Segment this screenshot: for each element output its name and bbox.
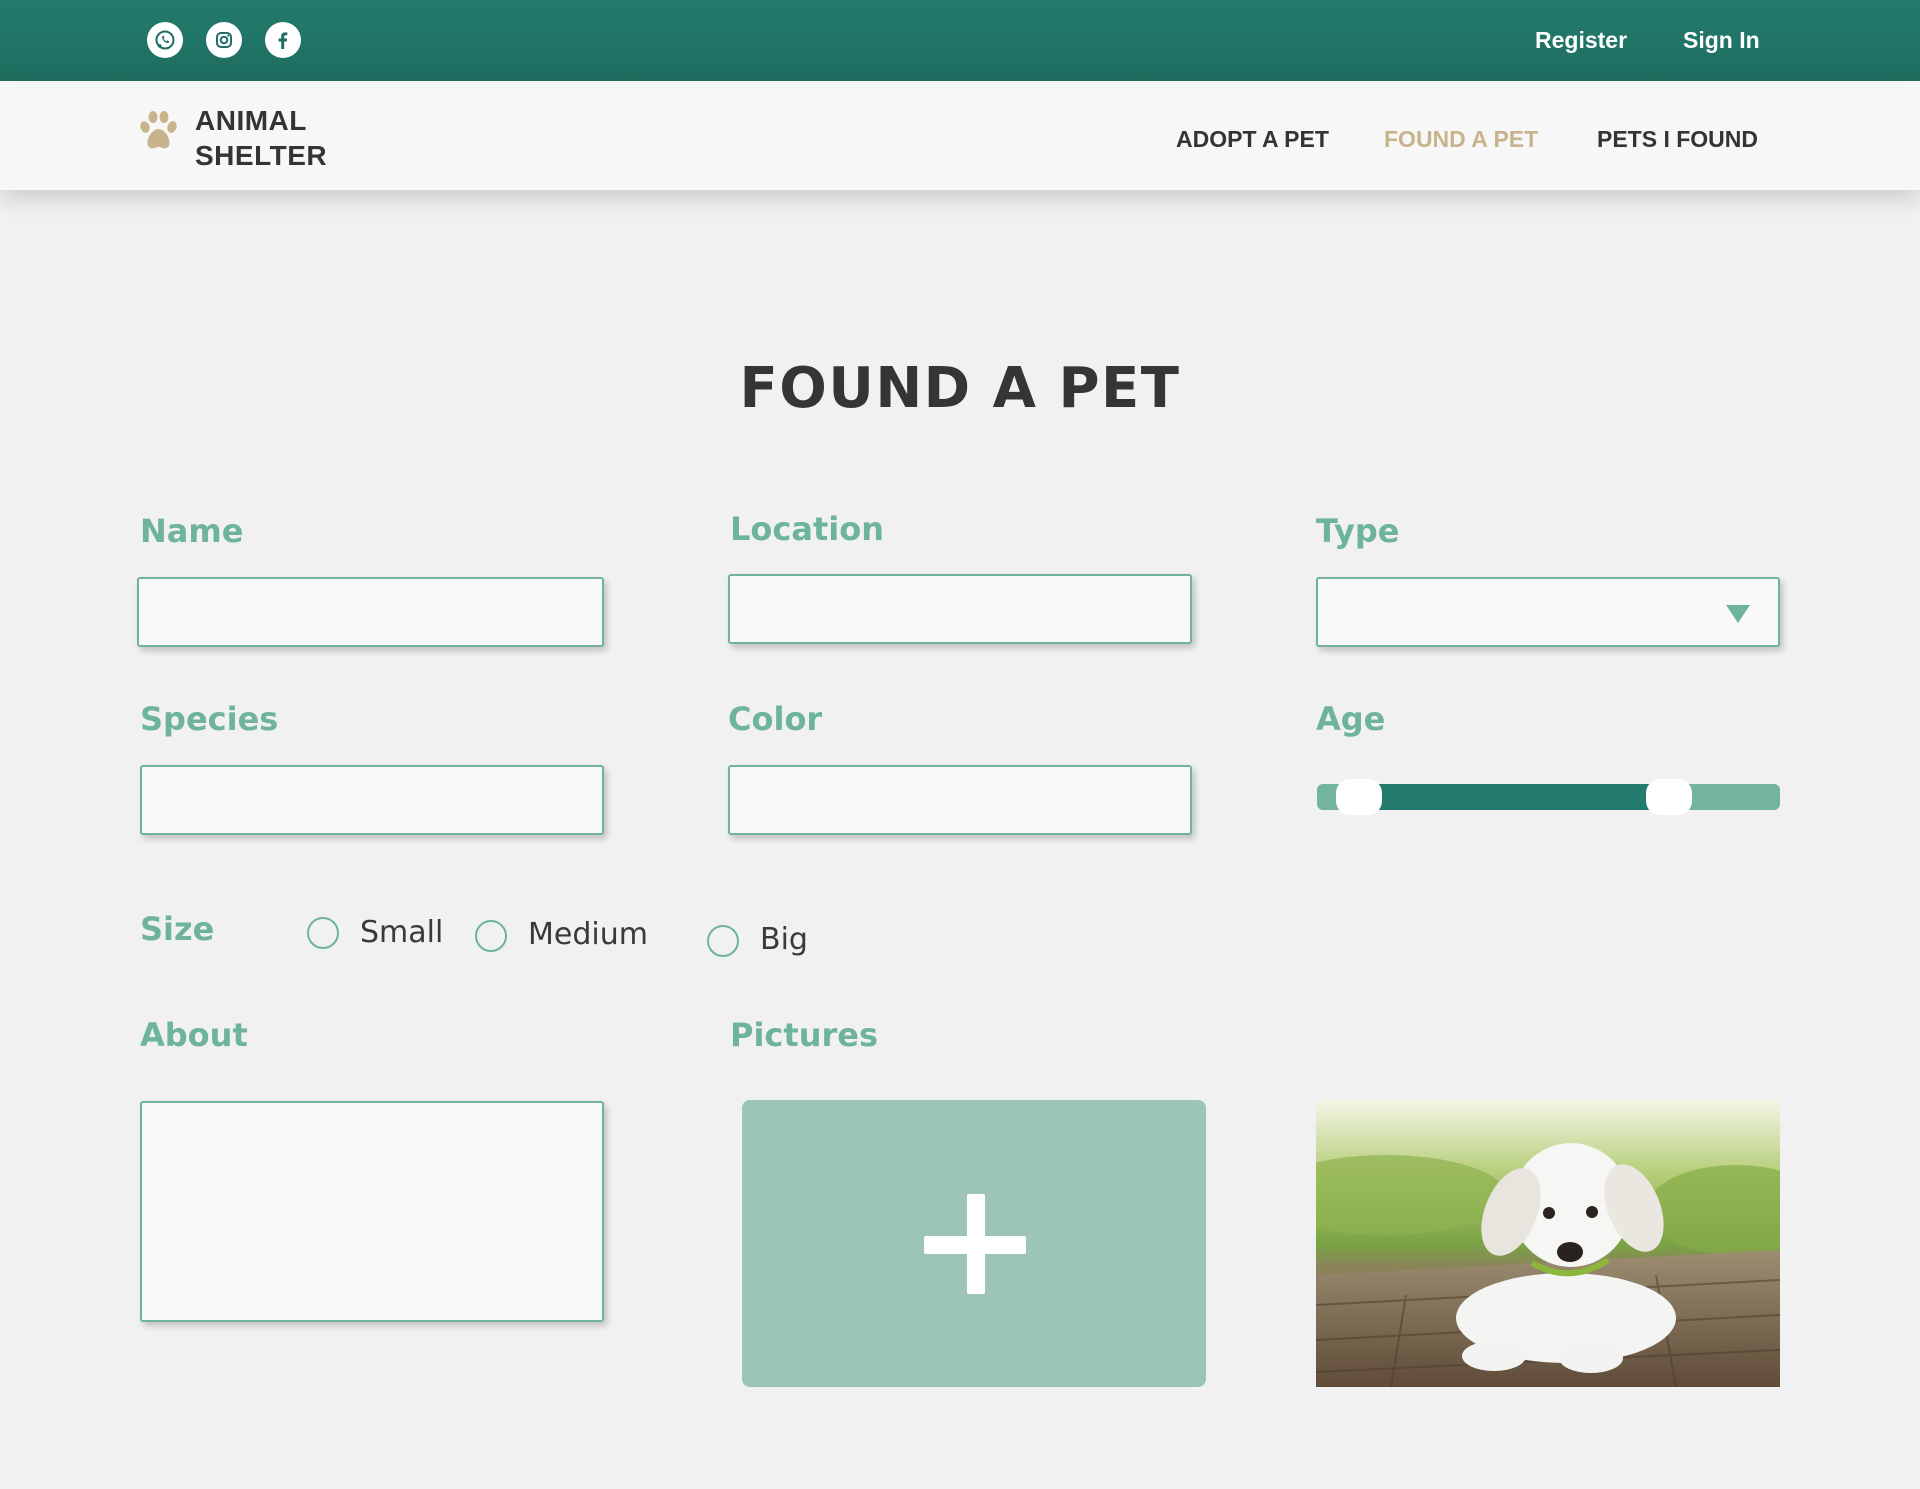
species-label: Species [140, 700, 279, 738]
about-textarea[interactable] [142, 1103, 602, 1320]
name-field[interactable] [137, 577, 604, 647]
location-input[interactable] [730, 576, 1190, 642]
age-slider-min-thumb[interactable] [1335, 779, 1382, 815]
nav-found-a-pet[interactable]: FOUND A PET [1384, 126, 1538, 153]
age-label: Age [1316, 700, 1386, 738]
page-title: FOUND A PET [739, 356, 1181, 421]
size-small-label[interactable]: Small [360, 915, 443, 950]
nav-adopt-a-pet[interactable]: ADOPT A PET [1176, 126, 1329, 153]
plus-icon-bar [924, 1236, 1026, 1254]
size-big-radio[interactable] [707, 925, 739, 957]
brand-line-2: SHELTER [195, 140, 328, 171]
uploaded-pet-photo[interactable] [1316, 1100, 1780, 1387]
instagram-icon[interactable] [206, 22, 242, 58]
type-label: Type [1316, 512, 1400, 550]
facebook-icon[interactable] [265, 22, 301, 58]
size-label: Size [140, 910, 215, 948]
color-label: Color [728, 700, 823, 738]
brand-line-1: ANIMAL [195, 105, 307, 136]
location-field[interactable] [728, 574, 1192, 644]
about-label: About [140, 1016, 248, 1054]
species-field[interactable] [140, 765, 604, 835]
age-slider-max-thumb[interactable] [1645, 779, 1692, 815]
size-medium-label[interactable]: Medium [528, 917, 648, 952]
color-field[interactable] [728, 765, 1192, 835]
name-input[interactable] [139, 579, 602, 645]
age-range-slider[interactable] [1317, 784, 1780, 810]
species-input[interactable] [142, 767, 602, 833]
top-bar: Register Sign In [0, 0, 1920, 81]
age-range-fill [1358, 784, 1669, 810]
type-select[interactable] [1316, 577, 1780, 647]
name-label: Name [140, 512, 244, 550]
size-big-label[interactable]: Big [760, 922, 808, 957]
location-label: Location [730, 510, 884, 548]
brand-logo[interactable]: ANIMAL SHELTER [195, 103, 327, 173]
add-picture-button[interactable] [742, 1100, 1206, 1387]
size-medium-radio[interactable] [475, 920, 507, 952]
nav-pets-i-found[interactable]: PETS I FOUND [1597, 126, 1758, 153]
pictures-label: Pictures [730, 1016, 878, 1054]
color-input[interactable] [730, 767, 1190, 833]
about-field[interactable] [140, 1101, 604, 1322]
whatsapp-icon[interactable] [147, 22, 183, 58]
paw-icon [140, 111, 177, 149]
size-small-radio[interactable] [307, 917, 339, 949]
register-link[interactable]: Register [1535, 27, 1627, 54]
sign-in-link[interactable]: Sign In [1683, 27, 1760, 54]
dropdown-arrow-icon[interactable] [1726, 605, 1750, 623]
